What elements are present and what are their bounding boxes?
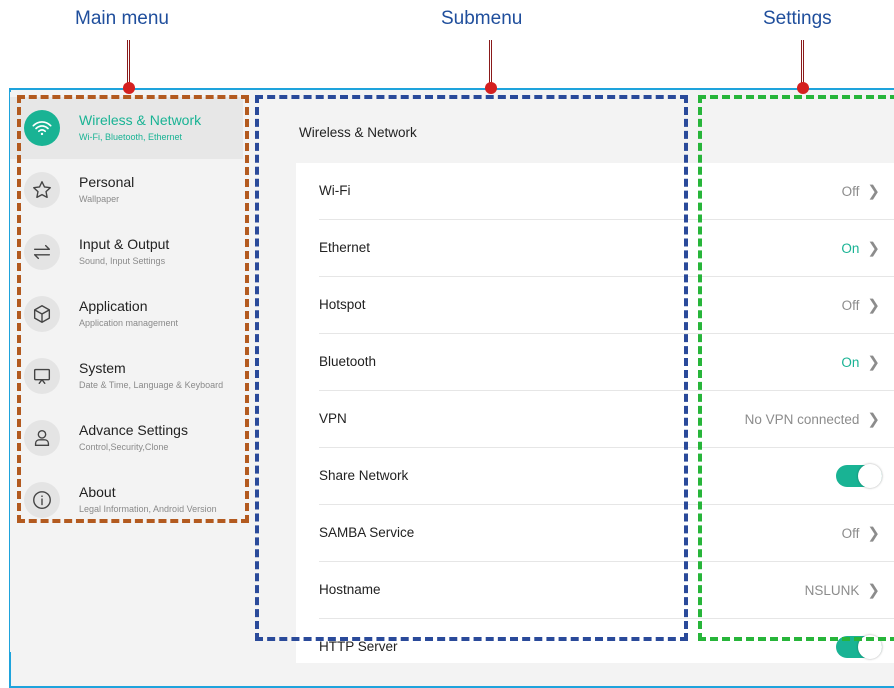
annotation-pointer-settings (801, 40, 804, 84)
annotation-dot-submenu (485, 82, 497, 94)
annotation-box-main-menu (17, 95, 249, 523)
annotation-pointer-submenu (489, 40, 492, 84)
annotation-box-submenu (255, 95, 688, 641)
annotation-dot-settings (797, 82, 809, 94)
annotation-box-settings (698, 95, 894, 641)
annotation-settings: Settings (763, 8, 832, 29)
annotation-pointer-main-menu (127, 40, 130, 84)
annotation-dot-main-menu (123, 82, 135, 94)
annotation-main-menu: Main menu (75, 8, 169, 29)
annotation-submenu: Submenu (441, 8, 523, 29)
